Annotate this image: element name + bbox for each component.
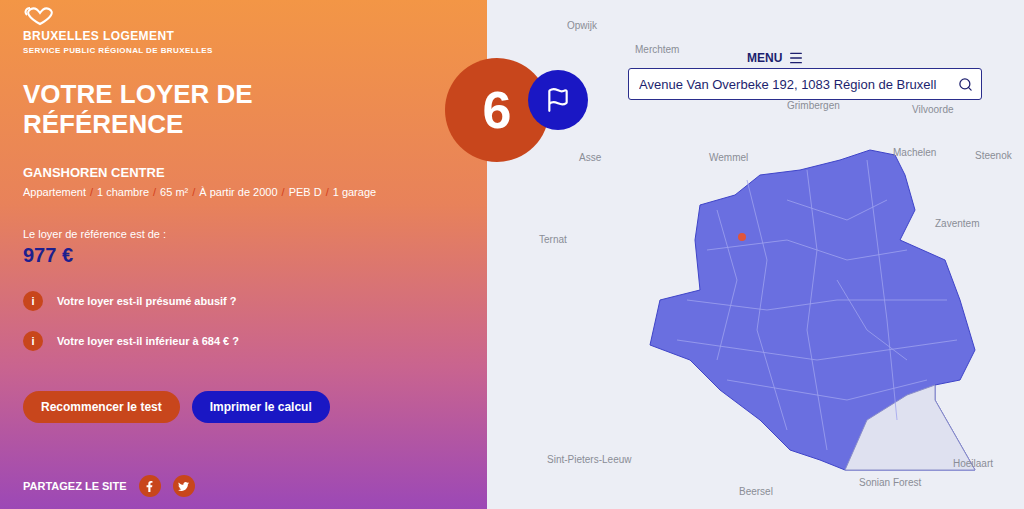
separator: / bbox=[282, 186, 285, 198]
details: Appartement / 1 chambre / 65 m² / À partir de … bbox=[23, 186, 464, 198]
location: GANSHOREN CENTRE bbox=[23, 165, 464, 180]
detail-item: À partir de 2000 bbox=[199, 186, 277, 198]
hamburger-icon bbox=[788, 50, 804, 66]
search-field[interactable]: Avenue Van Overbeke 192, 1083 Région de … bbox=[628, 68, 982, 100]
logo-icon bbox=[23, 6, 57, 26]
reference-amount: 977 € bbox=[23, 244, 464, 267]
question-item[interactable]: iVotre loyer est-il présumé abusif ? bbox=[23, 291, 464, 311]
separator: / bbox=[326, 186, 329, 198]
map-label: Wemmel bbox=[709, 152, 748, 163]
share-label: PARTAGEZ LE SITE bbox=[23, 480, 127, 492]
map-label: Zaventem bbox=[935, 218, 979, 229]
map-label: Machelen bbox=[893, 147, 936, 158]
logo-title: BRUXELLES LOGEMENT bbox=[23, 29, 464, 43]
detail-item: 1 chambre bbox=[97, 186, 149, 198]
map-label: Beersel bbox=[739, 486, 773, 497]
restart-button[interactable]: Recommencer le test bbox=[23, 391, 180, 423]
flag-icon bbox=[545, 87, 571, 113]
detail-item: PEB D bbox=[289, 186, 322, 198]
heading: VOTRE LOYER DE RÉFÉRENCE bbox=[23, 79, 283, 139]
map-label: Vilvoorde bbox=[912, 104, 954, 115]
separator: / bbox=[90, 186, 93, 198]
map-label: Merchtem bbox=[635, 44, 679, 55]
page: BRUXELLES LOGEMENT SERVICE PUBLIC RÉGIONA… bbox=[0, 0, 1024, 509]
map-label: Ternat bbox=[539, 234, 567, 245]
map-label: Sonian Forest bbox=[859, 477, 921, 488]
map-label: Steenok bbox=[975, 150, 1012, 161]
question-item[interactable]: iVotre loyer est-il inférieur à 684 € ? bbox=[23, 331, 464, 351]
detail-item: Appartement bbox=[23, 186, 86, 198]
print-button[interactable]: Imprimer le calcul bbox=[192, 391, 330, 423]
map-label: Grimbergen bbox=[787, 100, 840, 111]
separator: / bbox=[153, 186, 156, 198]
twitter-icon[interactable] bbox=[173, 475, 195, 497]
map-label: Opwijk bbox=[567, 20, 597, 31]
info-icon: i bbox=[23, 331, 43, 351]
search-icon[interactable] bbox=[958, 77, 973, 92]
separator: / bbox=[192, 186, 195, 198]
menu-button[interactable]: MENU bbox=[747, 50, 804, 66]
logo-subtitle: SERVICE PUBLIC RÉGIONAL DE BRUXELLES bbox=[23, 46, 464, 55]
map-label: Hoeilaart bbox=[953, 458, 993, 469]
map-label: Asse bbox=[579, 152, 601, 163]
info-icon: i bbox=[23, 291, 43, 311]
logo[interactable]: BRUXELLES LOGEMENT SERVICE PUBLIC RÉGIONA… bbox=[23, 6, 464, 55]
detail-item: 1 garage bbox=[333, 186, 376, 198]
map-label: Sint-Pieters-Leeuw bbox=[547, 454, 631, 465]
facebook-icon[interactable] bbox=[139, 475, 161, 497]
result-panel: BRUXELLES LOGEMENT SERVICE PUBLIC RÉGIONA… bbox=[0, 0, 487, 509]
questions: iVotre loyer est-il présumé abusif ? iVot… bbox=[23, 291, 464, 351]
flag-button[interactable] bbox=[528, 70, 588, 130]
share-row: PARTAGEZ LE SITE bbox=[23, 475, 464, 497]
reference-label: Le loyer de référence est de : bbox=[23, 228, 464, 240]
detail-item: 65 m² bbox=[160, 186, 188, 198]
search-value: Avenue Van Overbeke 192, 1083 Région de … bbox=[639, 77, 952, 92]
button-row: Recommencer le test Imprimer le calcul bbox=[23, 391, 464, 423]
